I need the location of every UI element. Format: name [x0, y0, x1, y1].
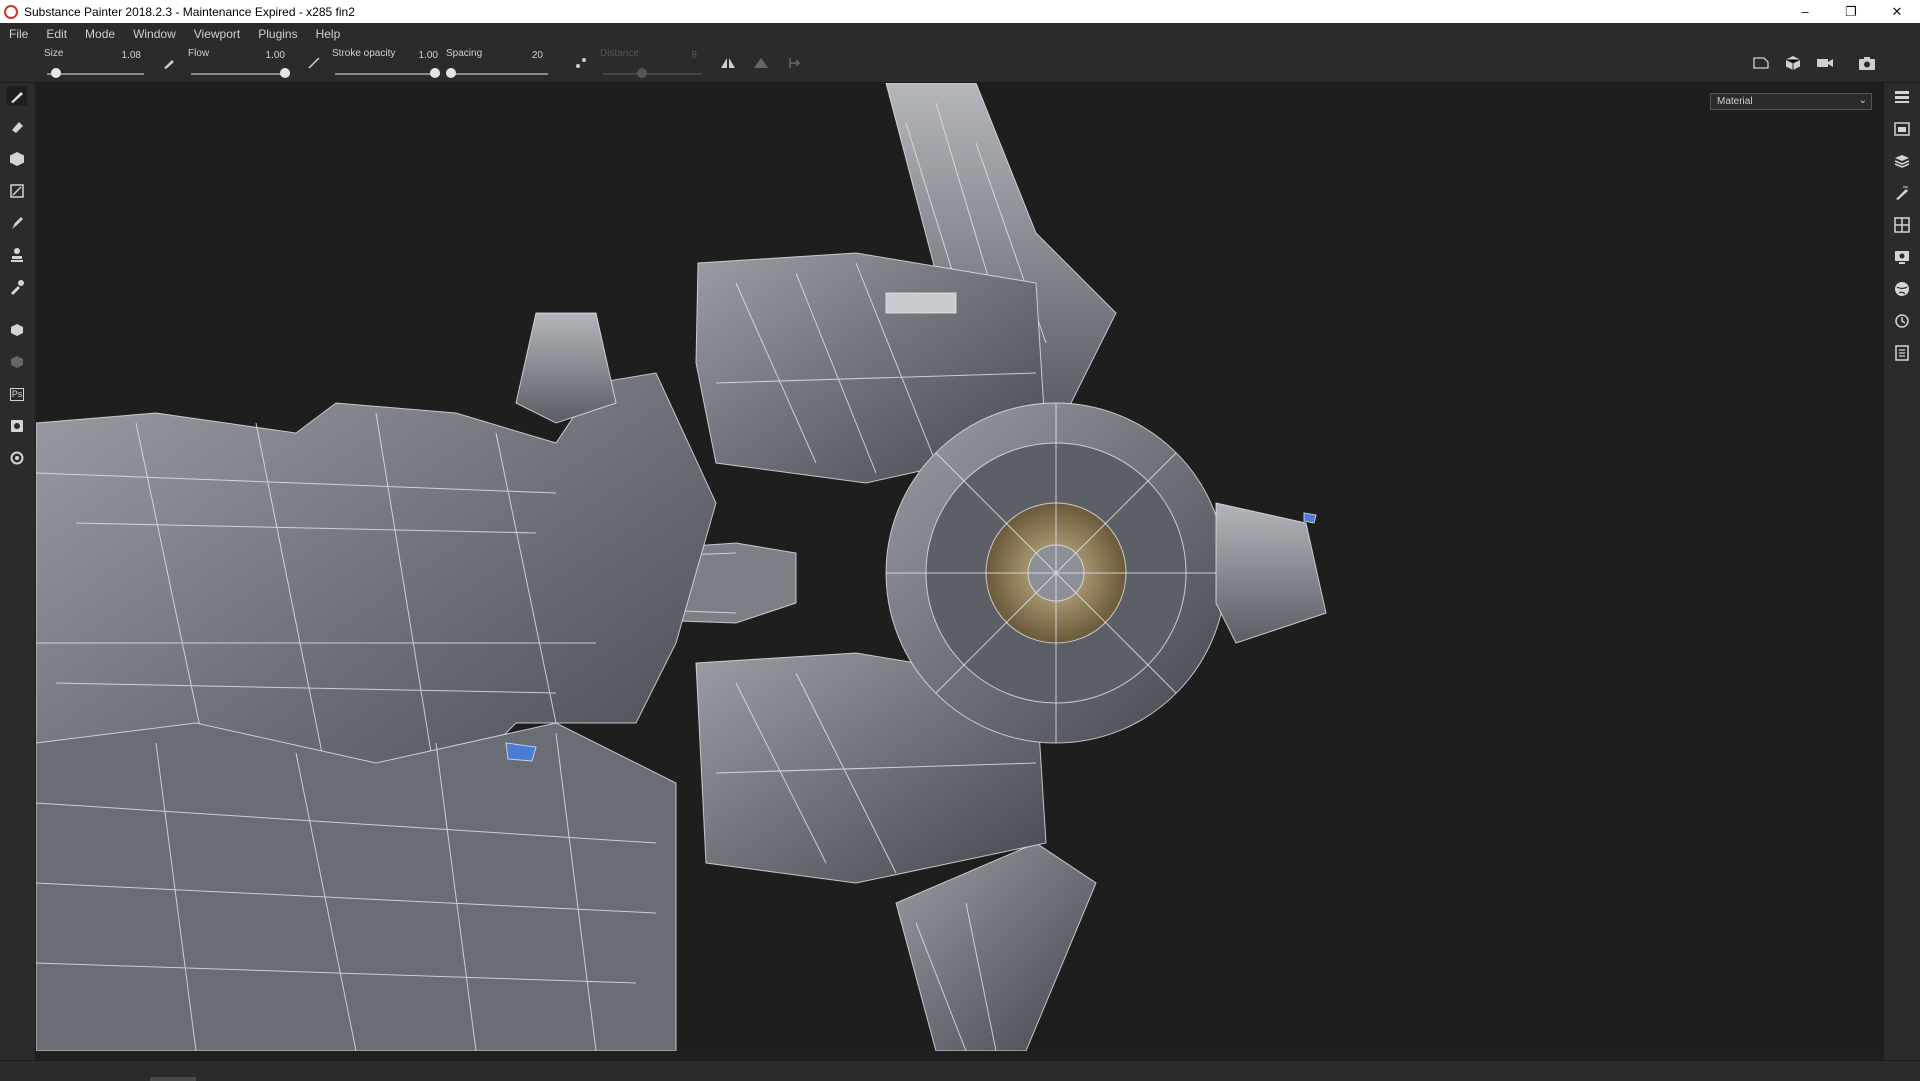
stroke-opacity-value[interactable]: 1.00 [419, 50, 438, 61]
screenshot-icon[interactable] [1858, 54, 1876, 72]
lazy-mouse-icon[interactable] [305, 54, 323, 72]
history-icon[interactable] [1892, 311, 1912, 331]
log-icon[interactable] [1892, 343, 1912, 363]
camera-icon[interactable] [1816, 54, 1834, 72]
environment-icon[interactable] [1892, 279, 1912, 299]
clone-icon[interactable] [7, 245, 27, 265]
size-slider[interactable]: Size 1.08 [44, 46, 144, 80]
brush-alignment-icon[interactable] [160, 54, 178, 72]
stroke-opacity-handle[interactable] [430, 68, 440, 78]
tool-properties-bar: Size 1.08 Flow 1.00 Stroke opacity 1.00 … [0, 44, 1920, 83]
distance-handle[interactable] [636, 68, 647, 78]
spaceship-mesh [36, 83, 1327, 1051]
layers-icon[interactable] [1892, 151, 1912, 171]
tools-sidebar: Ps [0, 83, 35, 1060]
viewport-channel-value: Material [1717, 96, 1753, 107]
restore-button[interactable]: ❐ [1828, 0, 1874, 23]
flow-value[interactable]: 1.00 [266, 50, 285, 61]
spacing-track[interactable] [449, 73, 548, 75]
status-bar [0, 1060, 1920, 1081]
window-controls: – ❐ ✕ [1782, 0, 1920, 23]
title-bar: Substance Painter 2018.2.3 - Maintenance… [0, 0, 1920, 23]
menu-file[interactable]: File [0, 27, 37, 41]
distance-value[interactable]: 8 [691, 50, 697, 61]
photoshop-export-icon[interactable]: Ps [7, 384, 27, 404]
smudge-icon[interactable] [7, 213, 27, 233]
spacing-slider[interactable]: Spacing 20 [446, 46, 548, 80]
spacing-label: Spacing [446, 48, 483, 59]
photoshop-label: Ps [9, 387, 25, 401]
export-icon[interactable] [7, 416, 27, 436]
substance-logo-icon [4, 4, 18, 19]
size-track[interactable] [47, 73, 144, 75]
iray-icon[interactable] [7, 352, 27, 372]
size-handle[interactable] [51, 68, 62, 78]
menu-plugins[interactable]: Plugins [249, 27, 306, 41]
distance-slider[interactable]: Distance 8 [600, 46, 702, 80]
paint-icon[interactable] [7, 86, 27, 106]
color-picker-icon[interactable] [7, 277, 27, 297]
minimize-button[interactable]: – [1782, 0, 1828, 23]
status-tab[interactable] [150, 1077, 196, 1081]
distance-label: Distance [600, 48, 639, 59]
flow-track[interactable] [191, 73, 290, 75]
size-value[interactable]: 1.08 [122, 50, 141, 61]
cube-display-icon[interactable] [1784, 54, 1802, 72]
menu-help[interactable]: Help [307, 27, 350, 41]
settings-icon[interactable] [7, 448, 27, 468]
view-toggle-icon[interactable] [1752, 54, 1770, 72]
menu-bar: File Edit Mode Window Viewport Plugins H… [0, 23, 1920, 44]
menu-window[interactable]: Window [124, 27, 185, 41]
uv-grid-icon[interactable] [1892, 215, 1912, 235]
stroke-opacity-label: Stroke opacity [332, 48, 396, 59]
polygon-fill-icon[interactable] [7, 181, 27, 201]
stroke-opacity-track[interactable] [335, 73, 440, 75]
size-label: Size [44, 48, 64, 59]
viewport-channel-select[interactable]: Material ⌄ [1710, 93, 1872, 110]
stroke-settings-icon[interactable] [572, 54, 590, 72]
stroke-opacity-slider[interactable]: Stroke opacity 1.00 [332, 46, 440, 80]
layers-stack-icon[interactable] [1892, 87, 1912, 107]
symmetry-mirror-icon[interactable] [752, 54, 770, 72]
menu-viewport[interactable]: Viewport [185, 27, 249, 41]
spacing-handle[interactable] [446, 68, 456, 78]
eraser-icon[interactable] [7, 117, 27, 137]
spacing-value[interactable]: 20 [532, 50, 543, 61]
3d-viewport[interactable]: Material ⌄ [36, 83, 1884, 1051]
close-button[interactable]: ✕ [1874, 0, 1920, 23]
flow-label: Flow [188, 48, 210, 59]
chevron-down-icon: ⌄ [1858, 95, 1867, 106]
menu-edit[interactable]: Edit [37, 27, 76, 41]
projection-icon[interactable] [7, 149, 27, 169]
flow-slider[interactable]: Flow 1.00 [188, 46, 290, 80]
window-title: Substance Painter 2018.2.3 - Maintenance… [24, 4, 355, 19]
symmetry-settings-icon[interactable] [786, 54, 804, 72]
panels-sidebar [1884, 83, 1920, 1060]
menu-mode[interactable]: Mode [76, 27, 124, 41]
flow-handle[interactable] [280, 68, 290, 78]
symmetry-icon[interactable] [719, 54, 737, 72]
bake-icon[interactable] [7, 320, 27, 340]
display-settings-icon[interactable] [1892, 247, 1912, 267]
distance-track[interactable] [603, 73, 702, 75]
properties-icon[interactable] [1892, 183, 1912, 203]
texture-set-icon[interactable] [1892, 119, 1912, 139]
